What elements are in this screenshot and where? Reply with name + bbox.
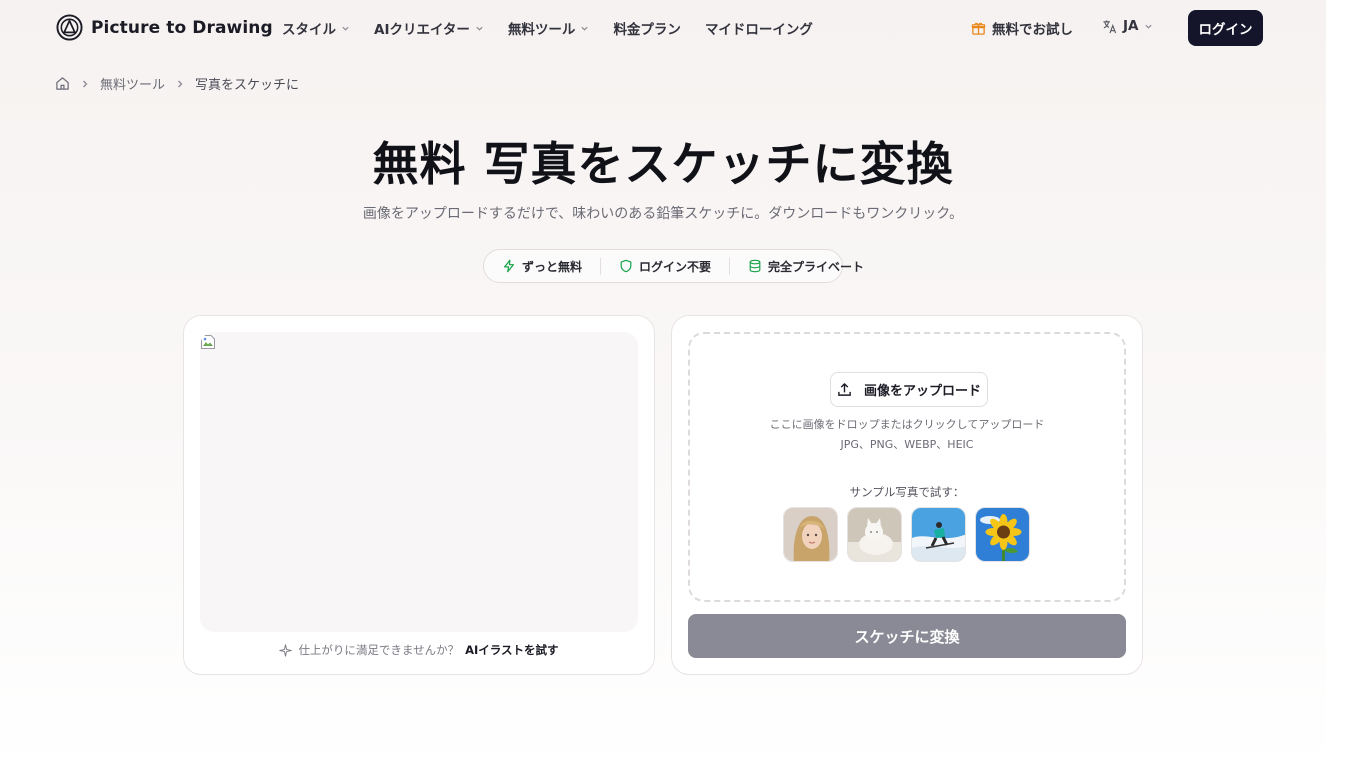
sample-cat-image bbox=[848, 508, 901, 561]
badge-free-forever: ずっと無料 bbox=[484, 258, 600, 275]
language-code: JA bbox=[1123, 18, 1139, 34]
sample-photos-label: サンプル写真で試す： bbox=[849, 485, 965, 499]
breadcrumb-current: 写真をスケッチに bbox=[195, 78, 300, 93]
preview-area bbox=[200, 332, 638, 632]
scrollbar-gutter bbox=[1326, 0, 1365, 768]
sample-sunflower-image bbox=[976, 508, 1029, 561]
badge-private: 完全プライベート bbox=[729, 257, 882, 275]
chevron-right-icon bbox=[178, 80, 183, 87]
try-ai-illustration-link[interactable]: AIイラストを試す bbox=[465, 642, 558, 658]
nav-item-label: スタイル bbox=[282, 22, 336, 38]
translate-icon bbox=[1103, 19, 1117, 33]
sample-photo-portrait[interactable] bbox=[783, 507, 838, 562]
drop-instructions: ここに画像をドロップまたはクリックしてアップロード bbox=[769, 418, 1045, 431]
gift-icon bbox=[971, 22, 986, 35]
chevron-down-icon bbox=[1145, 24, 1153, 29]
nav-item-styles[interactable]: スタイル bbox=[282, 18, 350, 38]
badge-label: ログイン不要 bbox=[639, 259, 712, 274]
chevron-down-icon bbox=[342, 26, 349, 31]
language-selector[interactable]: JA bbox=[1102, 18, 1153, 34]
nav-item-label: AIクリエイター bbox=[374, 22, 470, 38]
sample-photo-cat[interactable] bbox=[847, 507, 902, 562]
chevron-down-icon bbox=[581, 26, 589, 31]
sample-photo-sunflower[interactable] bbox=[975, 507, 1030, 562]
dropzone[interactable]: 画像をアップロード ここに画像をドロップまたはクリックしてアップロード JPG、… bbox=[688, 332, 1126, 602]
page-title: 無料 写真をスケッチに変換 bbox=[372, 137, 954, 191]
brand-name: Picture to Drawing bbox=[91, 17, 273, 38]
feature-badges: ずっと無料 ログイン不要 完全プライベート bbox=[483, 249, 864, 283]
chevron-right-icon bbox=[83, 80, 88, 87]
badge-no-login: ログイン不要 bbox=[600, 257, 729, 275]
home-icon[interactable] bbox=[55, 76, 70, 91]
header: Picture to Drawing スタイル AIクリエイター 無料ツール 料… bbox=[0, 0, 1326, 56]
breadcrumb: 無料ツール 写真をスケッチに bbox=[55, 74, 299, 93]
sample-skier-image bbox=[912, 508, 965, 561]
alternative-hint: 仕上がりに満足できませんか？ AIイラストを試す bbox=[184, 642, 654, 658]
sample-photo-skier[interactable] bbox=[911, 507, 966, 562]
preview-panel: 仕上がりに満足できませんか？ AIイラストを試す bbox=[183, 315, 655, 675]
sample-photos bbox=[783, 507, 1030, 562]
badge-label: ずっと無料 bbox=[522, 259, 583, 274]
convert-to-sketch-button[interactable]: スケッチに変換 bbox=[688, 614, 1126, 658]
nav-item-my-drawings[interactable]: マイドローイング bbox=[705, 18, 813, 38]
sample-portrait-image bbox=[784, 508, 837, 561]
sparkle-icon bbox=[279, 643, 293, 657]
nav-item-label: マイドローイング bbox=[704, 22, 813, 38]
nav-item-label: 料金プラン bbox=[613, 22, 681, 38]
chevron-down-icon bbox=[476, 26, 483, 31]
broken-image-icon bbox=[201, 335, 215, 349]
brand-logo[interactable]: Picture to Drawing bbox=[56, 14, 273, 41]
main-nav: スタイル AIクリエイター 無料ツール 料金プラン マイドローイング bbox=[282, 18, 837, 38]
upload-panel: 画像をアップロード ここに画像をドロップまたはクリックしてアップロード JPG、… bbox=[671, 315, 1143, 675]
nav-item-label: 無料ツール bbox=[507, 22, 576, 38]
shield-icon bbox=[620, 259, 632, 273]
page-subtitle: 画像をアップロードするだけで、味わいのある鉛筆スケッチに。ダウンロードもワンクリ… bbox=[362, 206, 964, 222]
database-icon bbox=[749, 259, 761, 273]
free-trial-label: 無料でお試し bbox=[992, 22, 1073, 38]
upload-icon bbox=[838, 383, 851, 396]
hint-text: 仕上がりに満足できませんか？ bbox=[298, 643, 460, 657]
lightning-icon bbox=[504, 259, 514, 273]
upload-image-button[interactable]: 画像をアップロード bbox=[830, 372, 988, 407]
login-button[interactable]: ログイン bbox=[1188, 10, 1263, 46]
nav-item-pricing[interactable]: 料金プラン bbox=[613, 18, 681, 38]
supported-formats: JPG、PNG、WEBP、HEIC bbox=[840, 438, 974, 451]
breadcrumb-free-tools[interactable]: 無料ツール bbox=[100, 74, 165, 93]
badge-label: 完全プライベート bbox=[768, 259, 865, 274]
nav-item-ai-creator[interactable]: AIクリエイター bbox=[374, 18, 484, 38]
logo-icon bbox=[56, 14, 83, 41]
upload-button-label: 画像をアップロード bbox=[863, 384, 981, 399]
free-trial-link[interactable]: 無料でお試し bbox=[971, 18, 1073, 38]
nav-item-free-tools[interactable]: 無料ツール bbox=[508, 18, 590, 38]
